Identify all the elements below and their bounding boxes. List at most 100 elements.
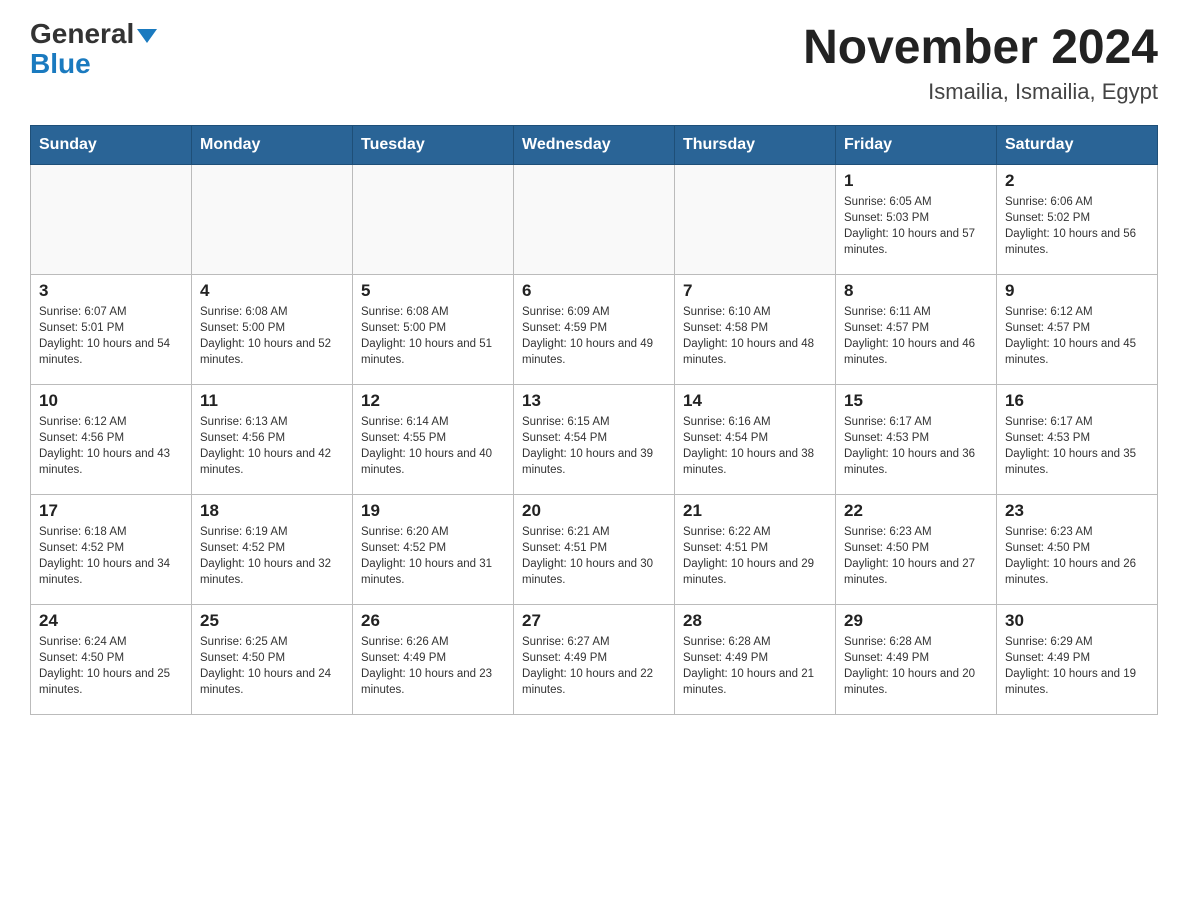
weekday-header-thursday: Thursday [675, 126, 836, 165]
day-number: 23 [1005, 501, 1149, 521]
calendar-cell: 12 Sunrise: 6:14 AMSunset: 4:55 PMDayligh… [353, 385, 514, 495]
day-info: Sunrise: 6:11 AMSunset: 4:57 PMDaylight:… [844, 304, 988, 368]
calendar-cell: 22 Sunrise: 6:23 AMSunset: 4:50 PMDayligh… [836, 495, 997, 605]
day-info: Sunrise: 6:26 AMSunset: 4:49 PMDaylight:… [361, 634, 505, 698]
day-info: Sunrise: 6:07 AMSunset: 5:01 PMDaylight:… [39, 304, 183, 368]
weekday-header-saturday: Saturday [997, 126, 1158, 165]
day-info: Sunrise: 6:19 AMSunset: 4:52 PMDaylight:… [200, 524, 344, 588]
day-number: 16 [1005, 391, 1149, 411]
day-number: 4 [200, 281, 344, 301]
calendar-cell [192, 165, 353, 275]
calendar-cell: 11 Sunrise: 6:13 AMSunset: 4:56 PMDayligh… [192, 385, 353, 495]
calendar-week-row: 17 Sunrise: 6:18 AMSunset: 4:52 PMDayligh… [31, 495, 1158, 605]
day-number: 7 [683, 281, 827, 301]
calendar-cell: 23 Sunrise: 6:23 AMSunset: 4:50 PMDayligh… [997, 495, 1158, 605]
day-info: Sunrise: 6:23 AMSunset: 4:50 PMDaylight:… [1005, 524, 1149, 588]
calendar-header: SundayMondayTuesdayWednesdayThursdayFrid… [31, 126, 1158, 165]
logo-triangle-icon [137, 29, 157, 43]
day-info: Sunrise: 6:17 AMSunset: 4:53 PMDaylight:… [1005, 414, 1149, 478]
day-info: Sunrise: 6:15 AMSunset: 4:54 PMDaylight:… [522, 414, 666, 478]
logo-general: General [30, 20, 157, 48]
calendar-cell [514, 165, 675, 275]
day-info: Sunrise: 6:28 AMSunset: 4:49 PMDaylight:… [683, 634, 827, 698]
day-info: Sunrise: 6:20 AMSunset: 4:52 PMDaylight:… [361, 524, 505, 588]
calendar-cell: 13 Sunrise: 6:15 AMSunset: 4:54 PMDayligh… [514, 385, 675, 495]
calendar-cell: 4 Sunrise: 6:08 AMSunset: 5:00 PMDaylight… [192, 275, 353, 385]
calendar-cell: 17 Sunrise: 6:18 AMSunset: 4:52 PMDayligh… [31, 495, 192, 605]
day-info: Sunrise: 6:23 AMSunset: 4:50 PMDaylight:… [844, 524, 988, 588]
calendar-week-row: 1 Sunrise: 6:05 AMSunset: 5:03 PMDaylight… [31, 165, 1158, 275]
day-number: 11 [200, 391, 344, 411]
calendar-cell: 29Sunrise: 6:28 AMSunset: 4:49 PMDayligh… [836, 605, 997, 715]
calendar-cell: 6 Sunrise: 6:09 AMSunset: 4:59 PMDaylight… [514, 275, 675, 385]
weekday-header-friday: Friday [836, 126, 997, 165]
day-number: 15 [844, 391, 988, 411]
day-info: Sunrise: 6:29 AMSunset: 4:49 PMDaylight:… [1005, 634, 1149, 698]
day-info: Sunrise: 6:18 AMSunset: 4:52 PMDaylight:… [39, 524, 183, 588]
calendar-cell: 16 Sunrise: 6:17 AMSunset: 4:53 PMDayligh… [997, 385, 1158, 495]
weekday-header-row: SundayMondayTuesdayWednesdayThursdayFrid… [31, 126, 1158, 165]
calendar-cell: 20 Sunrise: 6:21 AMSunset: 4:51 PMDayligh… [514, 495, 675, 605]
day-number: 13 [522, 391, 666, 411]
day-info: Sunrise: 6:06 AMSunset: 5:02 PMDaylight:… [1005, 194, 1149, 258]
day-number: 2 [1005, 171, 1149, 191]
calendar-cell: 9 Sunrise: 6:12 AMSunset: 4:57 PMDaylight… [997, 275, 1158, 385]
day-number: 14 [683, 391, 827, 411]
day-info: Sunrise: 6:08 AMSunset: 5:00 PMDaylight:… [200, 304, 344, 368]
calendar-cell: 26Sunrise: 6:26 AMSunset: 4:49 PMDayligh… [353, 605, 514, 715]
day-number: 28 [683, 611, 827, 631]
calendar-cell: 27 Sunrise: 6:27 AMSunset: 4:49 PMDayligh… [514, 605, 675, 715]
day-number: 5 [361, 281, 505, 301]
day-info: Sunrise: 6:22 AMSunset: 4:51 PMDaylight:… [683, 524, 827, 588]
calendar-cell: 25Sunrise: 6:25 AMSunset: 4:50 PMDayligh… [192, 605, 353, 715]
calendar-cell: 19 Sunrise: 6:20 AMSunset: 4:52 PMDayligh… [353, 495, 514, 605]
day-number: 20 [522, 501, 666, 521]
logo: General Blue [30, 20, 157, 80]
calendar-subtitle: Ismailia, Ismailia, Egypt [803, 79, 1158, 105]
day-number: 25 [200, 611, 344, 631]
day-number: 9 [1005, 281, 1149, 301]
calendar-cell: 2 Sunrise: 6:06 AMSunset: 5:02 PMDaylight… [997, 165, 1158, 275]
day-number: 21 [683, 501, 827, 521]
calendar-cell [675, 165, 836, 275]
calendar-cell: 10Sunrise: 6:12 AMSunset: 4:56 PMDayligh… [31, 385, 192, 495]
weekday-header-sunday: Sunday [31, 126, 192, 165]
calendar-cell [31, 165, 192, 275]
day-number: 3 [39, 281, 183, 301]
day-number: 19 [361, 501, 505, 521]
day-number: 1 [844, 171, 988, 191]
day-info: Sunrise: 6:24 AMSunset: 4:50 PMDaylight:… [39, 634, 183, 698]
day-number: 30 [1005, 611, 1149, 631]
calendar-body: 1 Sunrise: 6:05 AMSunset: 5:03 PMDaylight… [31, 165, 1158, 715]
logo-blue: Blue [30, 48, 91, 80]
day-info: Sunrise: 6:27 AMSunset: 4:49 PMDaylight:… [522, 634, 666, 698]
day-number: 22 [844, 501, 988, 521]
calendar-table: SundayMondayTuesdayWednesdayThursdayFrid… [30, 125, 1158, 715]
calendar-cell: 8Sunrise: 6:11 AMSunset: 4:57 PMDaylight… [836, 275, 997, 385]
calendar-cell: 18 Sunrise: 6:19 AMSunset: 4:52 PMDayligh… [192, 495, 353, 605]
calendar-cell: 3 Sunrise: 6:07 AMSunset: 5:01 PMDaylight… [31, 275, 192, 385]
day-info: Sunrise: 6:14 AMSunset: 4:55 PMDaylight:… [361, 414, 505, 478]
calendar-cell: 5 Sunrise: 6:08 AMSunset: 5:00 PMDaylight… [353, 275, 514, 385]
calendar-cell: 1 Sunrise: 6:05 AMSunset: 5:03 PMDaylight… [836, 165, 997, 275]
day-info: Sunrise: 6:12 AMSunset: 4:57 PMDaylight:… [1005, 304, 1149, 368]
weekday-header-tuesday: Tuesday [353, 126, 514, 165]
day-number: 17 [39, 501, 183, 521]
day-info: Sunrise: 6:05 AMSunset: 5:03 PMDaylight:… [844, 194, 988, 258]
calendar-week-row: 3 Sunrise: 6:07 AMSunset: 5:01 PMDaylight… [31, 275, 1158, 385]
day-number: 18 [200, 501, 344, 521]
day-info: Sunrise: 6:28 AMSunset: 4:49 PMDaylight:… [844, 634, 988, 698]
calendar-cell: 28 Sunrise: 6:28 AMSunset: 4:49 PMDayligh… [675, 605, 836, 715]
calendar-cell: 30 Sunrise: 6:29 AMSunset: 4:49 PMDayligh… [997, 605, 1158, 715]
weekday-header-monday: Monday [192, 126, 353, 165]
day-info: Sunrise: 6:09 AMSunset: 4:59 PMDaylight:… [522, 304, 666, 368]
day-number: 27 [522, 611, 666, 631]
day-info: Sunrise: 6:21 AMSunset: 4:51 PMDaylight:… [522, 524, 666, 588]
day-number: 6 [522, 281, 666, 301]
calendar-week-row: 24Sunrise: 6:24 AMSunset: 4:50 PMDayligh… [31, 605, 1158, 715]
day-info: Sunrise: 6:08 AMSunset: 5:00 PMDaylight:… [361, 304, 505, 368]
calendar-title: November 2024 [803, 20, 1158, 75]
day-info: Sunrise: 6:13 AMSunset: 4:56 PMDaylight:… [200, 414, 344, 478]
calendar-week-row: 10Sunrise: 6:12 AMSunset: 4:56 PMDayligh… [31, 385, 1158, 495]
day-number: 12 [361, 391, 505, 411]
